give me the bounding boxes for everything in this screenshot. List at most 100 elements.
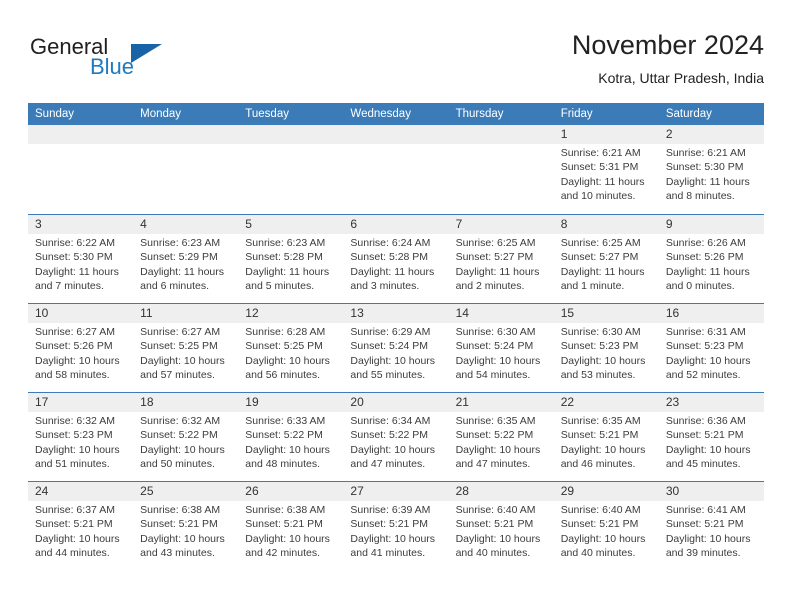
day-cell[interactable]: 9 Sunrise: 6:26 AM Sunset: 5:26 PM Dayli…	[659, 215, 764, 303]
day-cell[interactable]	[343, 125, 448, 214]
day-number	[456, 125, 549, 144]
day-number	[350, 125, 443, 144]
daylight-text: Daylight: 10 hours and 57 minutes.	[140, 354, 225, 382]
brand-logo[interactable]: General Blue	[30, 34, 250, 90]
sunrise-text: Sunrise: 6:35 AM	[560, 415, 641, 427]
day-cell[interactable]: 13 Sunrise: 6:29 AM Sunset: 5:24 PM Dayl…	[343, 304, 448, 392]
triangle-flag-icon	[131, 44, 162, 63]
day-cell[interactable]: 15 Sunrise: 6:30 AM Sunset: 5:23 PM Dayl…	[554, 304, 659, 392]
day-cell[interactable]: 1 Sunrise: 6:21 AM Sunset: 5:31 PM Dayli…	[554, 125, 659, 214]
title-block: November 2024 Kotra, Uttar Pradesh, Indi…	[572, 28, 764, 88]
day-cell[interactable]: 10 Sunrise: 6:27 AM Sunset: 5:26 PM Dayl…	[28, 304, 133, 392]
day-cell[interactable]: 27 Sunrise: 6:39 AM Sunset: 5:21 PM Dayl…	[343, 482, 448, 570]
day-cell[interactable]: 2 Sunrise: 6:21 AM Sunset: 5:30 PM Dayli…	[659, 125, 764, 214]
day-info: Sunrise: 6:27 AM Sunset: 5:25 PM Dayligh…	[140, 325, 233, 383]
sunset-text: Sunset: 5:24 PM	[455, 340, 534, 353]
day-info: Sunrise: 6:32 AM Sunset: 5:23 PM Dayligh…	[35, 414, 128, 472]
day-cell[interactable]	[28, 125, 133, 214]
day-number: 29	[560, 484, 575, 498]
sunrise-text: Sunrise: 6:24 AM	[350, 237, 431, 249]
day-number: 30	[665, 484, 680, 498]
day-cell[interactable]: 30 Sunrise: 6:41 AM Sunset: 5:21 PM Dayl…	[659, 482, 764, 570]
calendar-grid: Sunday Monday Tuesday Wednesday Thursday…	[28, 103, 764, 570]
week-row: 24 Sunrise: 6:37 AM Sunset: 5:21 PM Dayl…	[28, 481, 764, 570]
week-row: 10 Sunrise: 6:27 AM Sunset: 5:26 PM Dayl…	[28, 303, 764, 392]
day-cell[interactable]	[133, 125, 238, 214]
sunset-text: Sunset: 5:26 PM	[665, 251, 744, 264]
sunrise-text: Sunrise: 6:31 AM	[665, 326, 746, 338]
day-cell[interactable]: 28 Sunrise: 6:40 AM Sunset: 5:21 PM Dayl…	[449, 482, 554, 570]
sunrise-text: Sunrise: 6:38 AM	[140, 504, 221, 516]
day-cell[interactable]: 22 Sunrise: 6:35 AM Sunset: 5:21 PM Dayl…	[554, 393, 659, 481]
sunset-text: Sunset: 5:21 PM	[560, 429, 639, 442]
daylight-text: Daylight: 11 hours and 2 minutes.	[455, 265, 540, 293]
day-cell[interactable]: 25 Sunrise: 6:38 AM Sunset: 5:21 PM Dayl…	[133, 482, 238, 570]
sunset-text: Sunset: 5:21 PM	[140, 518, 218, 531]
week-row: 3 Sunrise: 6:22 AM Sunset: 5:30 PM Dayli…	[28, 214, 764, 303]
day-cell[interactable]: 7 Sunrise: 6:25 AM Sunset: 5:27 PM Dayli…	[449, 215, 554, 303]
brand-word-blue: Blue	[90, 54, 135, 79]
sunrise-text: Sunrise: 6:32 AM	[140, 415, 221, 427]
sunset-text: Sunset: 5:23 PM	[665, 340, 744, 353]
week-row: 17 Sunrise: 6:32 AM Sunset: 5:23 PM Dayl…	[28, 392, 764, 481]
day-cell[interactable]	[238, 125, 343, 214]
day-cell[interactable]: 20 Sunrise: 6:34 AM Sunset: 5:22 PM Dayl…	[343, 393, 448, 481]
sunrise-text: Sunrise: 6:27 AM	[35, 326, 115, 338]
calendar-page: General Blue November 2024 Kotra, Uttar …	[0, 0, 792, 612]
sunrise-text: Sunrise: 6:30 AM	[560, 326, 641, 338]
sunrise-text: Sunrise: 6:41 AM	[665, 504, 746, 516]
weekday-header-wednesday: Wednesday	[350, 108, 411, 120]
sunrise-text: Sunrise: 6:28 AM	[245, 326, 326, 338]
day-number: 21	[455, 395, 469, 409]
sunrise-text: Sunrise: 6:22 AM	[35, 237, 115, 249]
day-number	[140, 125, 233, 144]
day-cell[interactable]: 12 Sunrise: 6:28 AM Sunset: 5:25 PM Dayl…	[238, 304, 343, 392]
sunset-text: Sunset: 5:25 PM	[245, 340, 323, 353]
day-cell[interactable]: 29 Sunrise: 6:40 AM Sunset: 5:21 PM Dayl…	[554, 482, 659, 570]
day-cell[interactable]	[449, 125, 554, 214]
day-cell[interactable]: 21 Sunrise: 6:35 AM Sunset: 5:22 PM Dayl…	[449, 393, 554, 481]
day-cell[interactable]: 4 Sunrise: 6:23 AM Sunset: 5:29 PM Dayli…	[133, 215, 238, 303]
day-number: 17	[35, 395, 49, 409]
day-number: 23	[665, 395, 680, 409]
day-cell[interactable]: 6 Sunrise: 6:24 AM Sunset: 5:28 PM Dayli…	[343, 215, 448, 303]
day-info: Sunrise: 6:21 AM Sunset: 5:30 PM Dayligh…	[666, 146, 759, 204]
day-number: 12	[245, 306, 259, 320]
sunrise-text: Sunrise: 6:35 AM	[455, 415, 536, 427]
daylight-text: Daylight: 10 hours and 54 minutes.	[455, 354, 541, 382]
weekday-header-tuesday: Tuesday	[245, 108, 289, 120]
day-cell[interactable]: 8 Sunrise: 6:25 AM Sunset: 5:27 PM Dayli…	[554, 215, 659, 303]
day-cell[interactable]: 24 Sunrise: 6:37 AM Sunset: 5:21 PM Dayl…	[28, 482, 133, 570]
day-cell[interactable]: 23 Sunrise: 6:36 AM Sunset: 5:21 PM Dayl…	[659, 393, 764, 481]
day-info: Sunrise: 6:37 AM Sunset: 5:21 PM Dayligh…	[35, 503, 128, 561]
day-number: 5	[245, 217, 252, 231]
day-info: Sunrise: 6:25 AM Sunset: 5:27 PM Dayligh…	[561, 236, 654, 294]
page-title: November 2024	[571, 30, 764, 60]
day-number: 6	[350, 217, 358, 231]
sunrise-text: Sunrise: 6:25 AM	[455, 237, 536, 249]
daylight-text: Daylight: 10 hours and 40 minutes.	[455, 532, 541, 560]
day-cell[interactable]: 14 Sunrise: 6:30 AM Sunset: 5:24 PM Dayl…	[449, 304, 554, 392]
sunrise-text: Sunrise: 6:38 AM	[245, 504, 326, 516]
day-info: Sunrise: 6:23 AM Sunset: 5:29 PM Dayligh…	[140, 236, 233, 294]
day-cell[interactable]: 16 Sunrise: 6:31 AM Sunset: 5:23 PM Dayl…	[659, 304, 764, 392]
day-cell[interactable]: 18 Sunrise: 6:32 AM Sunset: 5:22 PM Dayl…	[133, 393, 238, 481]
day-cell[interactable]: 5 Sunrise: 6:23 AM Sunset: 5:28 PM Dayli…	[238, 215, 343, 303]
day-info: Sunrise: 6:35 AM Sunset: 5:22 PM Dayligh…	[456, 414, 549, 472]
day-cell[interactable]: 26 Sunrise: 6:38 AM Sunset: 5:21 PM Dayl…	[238, 482, 343, 570]
day-number: 8	[560, 217, 568, 231]
day-info: Sunrise: 6:41 AM Sunset: 5:21 PM Dayligh…	[666, 503, 759, 561]
page-header: General Blue November 2024 Kotra, Uttar …	[28, 28, 764, 98]
day-number: 26	[245, 484, 259, 498]
day-cell[interactable]: 17 Sunrise: 6:32 AM Sunset: 5:23 PM Dayl…	[28, 393, 133, 481]
day-info: Sunrise: 6:29 AM Sunset: 5:24 PM Dayligh…	[350, 325, 443, 383]
sunset-text: Sunset: 5:30 PM	[35, 251, 113, 264]
weekday-header-monday: Monday	[140, 108, 182, 120]
daylight-text: Daylight: 11 hours and 3 minutes.	[350, 265, 435, 293]
day-cell[interactable]: 19 Sunrise: 6:33 AM Sunset: 5:22 PM Dayl…	[238, 393, 343, 481]
sunset-text: Sunset: 5:21 PM	[455, 518, 534, 531]
daylight-text: Daylight: 10 hours and 55 minutes.	[350, 354, 436, 382]
sunset-text: Sunset: 5:22 PM	[455, 429, 534, 442]
day-cell[interactable]: 3 Sunrise: 6:22 AM Sunset: 5:30 PM Dayli…	[28, 215, 133, 303]
day-cell[interactable]: 11 Sunrise: 6:27 AM Sunset: 5:25 PM Dayl…	[133, 304, 238, 392]
